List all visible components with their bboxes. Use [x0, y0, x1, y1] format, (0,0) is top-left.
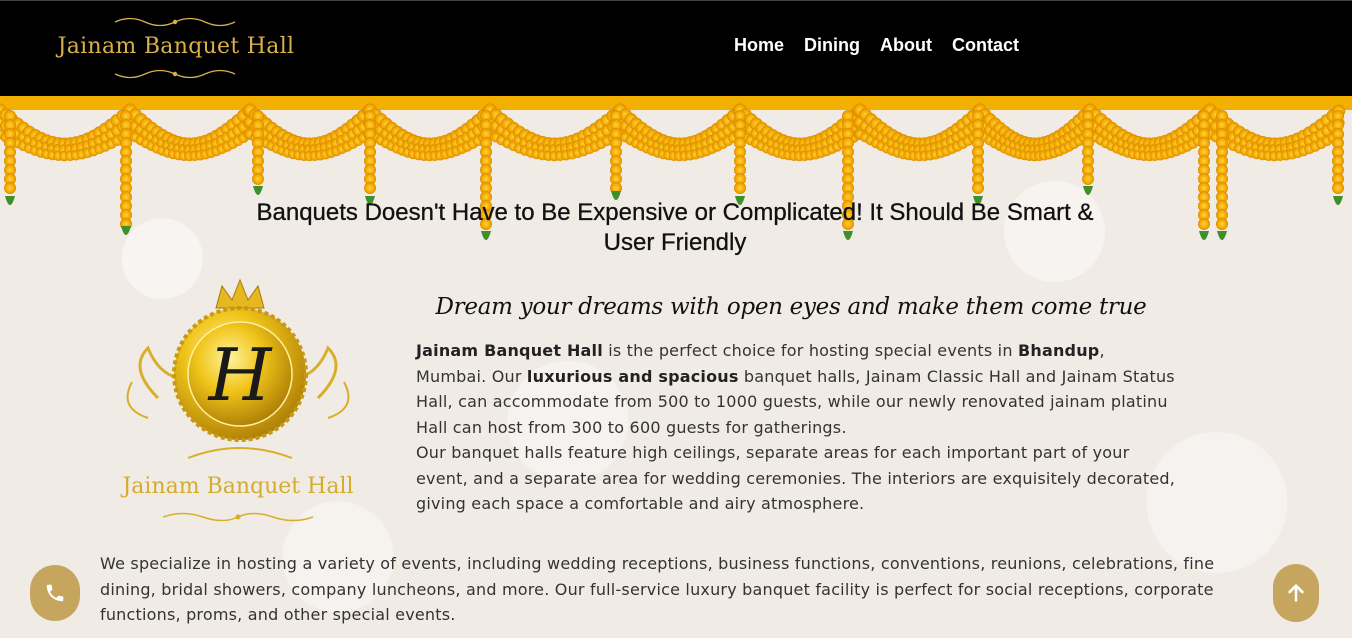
marigold-flower: [734, 182, 746, 194]
intro-bold-luxury: luxurious and spacious: [526, 366, 739, 386]
arrow-up-icon: [1288, 584, 1304, 602]
garland-leaf: [1333, 196, 1343, 205]
nav-dining[interactable]: Dining: [794, 33, 870, 57]
marigold-flower: [364, 182, 376, 194]
marigold-flower: [252, 173, 264, 185]
services-paragraph: We specialize in hosting a variety of ev…: [100, 554, 1215, 624]
call-button[interactable]: [30, 565, 80, 621]
garland-leaf: [5, 196, 15, 205]
marigold-flower: [1198, 218, 1210, 230]
logo-flourish-top: [114, 17, 236, 27]
garland-leaf: [1083, 186, 1093, 195]
intro-paragraph-1: Jainam Banquet Hall is the perfect choic…: [416, 338, 1176, 440]
gold-seal-icon: H: [126, 278, 350, 459]
garland-leaf: [121, 226, 131, 235]
logo-flourish-bottom: [114, 69, 236, 79]
emblem-text: Jainam Banquet Hall: [122, 474, 354, 499]
phone-icon: [46, 584, 64, 602]
marigold-flower: [1332, 182, 1344, 194]
marigold-flower: [1216, 218, 1228, 230]
intro-span-1: is the perfect choice for hosting specia…: [602, 341, 1018, 360]
intro-paragraph-2: Our banquet halls feature high ceilings,…: [416, 443, 1176, 513]
intro-text: Jainam Banquet Hall is the perfect choic…: [416, 338, 1176, 517]
main-nav: Home Dining About Contact: [724, 33, 1029, 57]
logo-text: Jainam Banquet Hall: [57, 34, 295, 59]
nav-home[interactable]: Home: [724, 33, 794, 57]
emblem-letter: H: [207, 333, 273, 417]
scroll-top-button[interactable]: [1273, 564, 1319, 622]
garland-leaf: [1217, 231, 1227, 240]
hero-headline: Banquets Doesn't Have to Be Expensive or…: [256, 199, 1094, 256]
garland-leaf: [1199, 231, 1209, 240]
tagline: Dream your dreams with open eyes and mak…: [435, 294, 1147, 320]
marigold-flower: [4, 182, 16, 194]
nav-about[interactable]: About: [870, 33, 942, 57]
marigold-flower: [972, 182, 984, 194]
emblem-flourish: [162, 512, 314, 522]
site-logo[interactable]: Jainam Banquet Hall: [50, 17, 302, 79]
nav-contact[interactable]: Contact: [942, 33, 1029, 57]
brand-emblem: H Jainam Banquet Hall: [118, 278, 358, 534]
intro-bold-location: Bhandup: [1017, 341, 1100, 360]
garland-leaf: [253, 186, 263, 195]
marigold-flower: [1082, 173, 1094, 185]
site-header: Jainam Banquet Hall Home Dining About Co…: [0, 0, 1352, 96]
intro-bold-name: Jainam Banquet Hall: [416, 341, 603, 360]
